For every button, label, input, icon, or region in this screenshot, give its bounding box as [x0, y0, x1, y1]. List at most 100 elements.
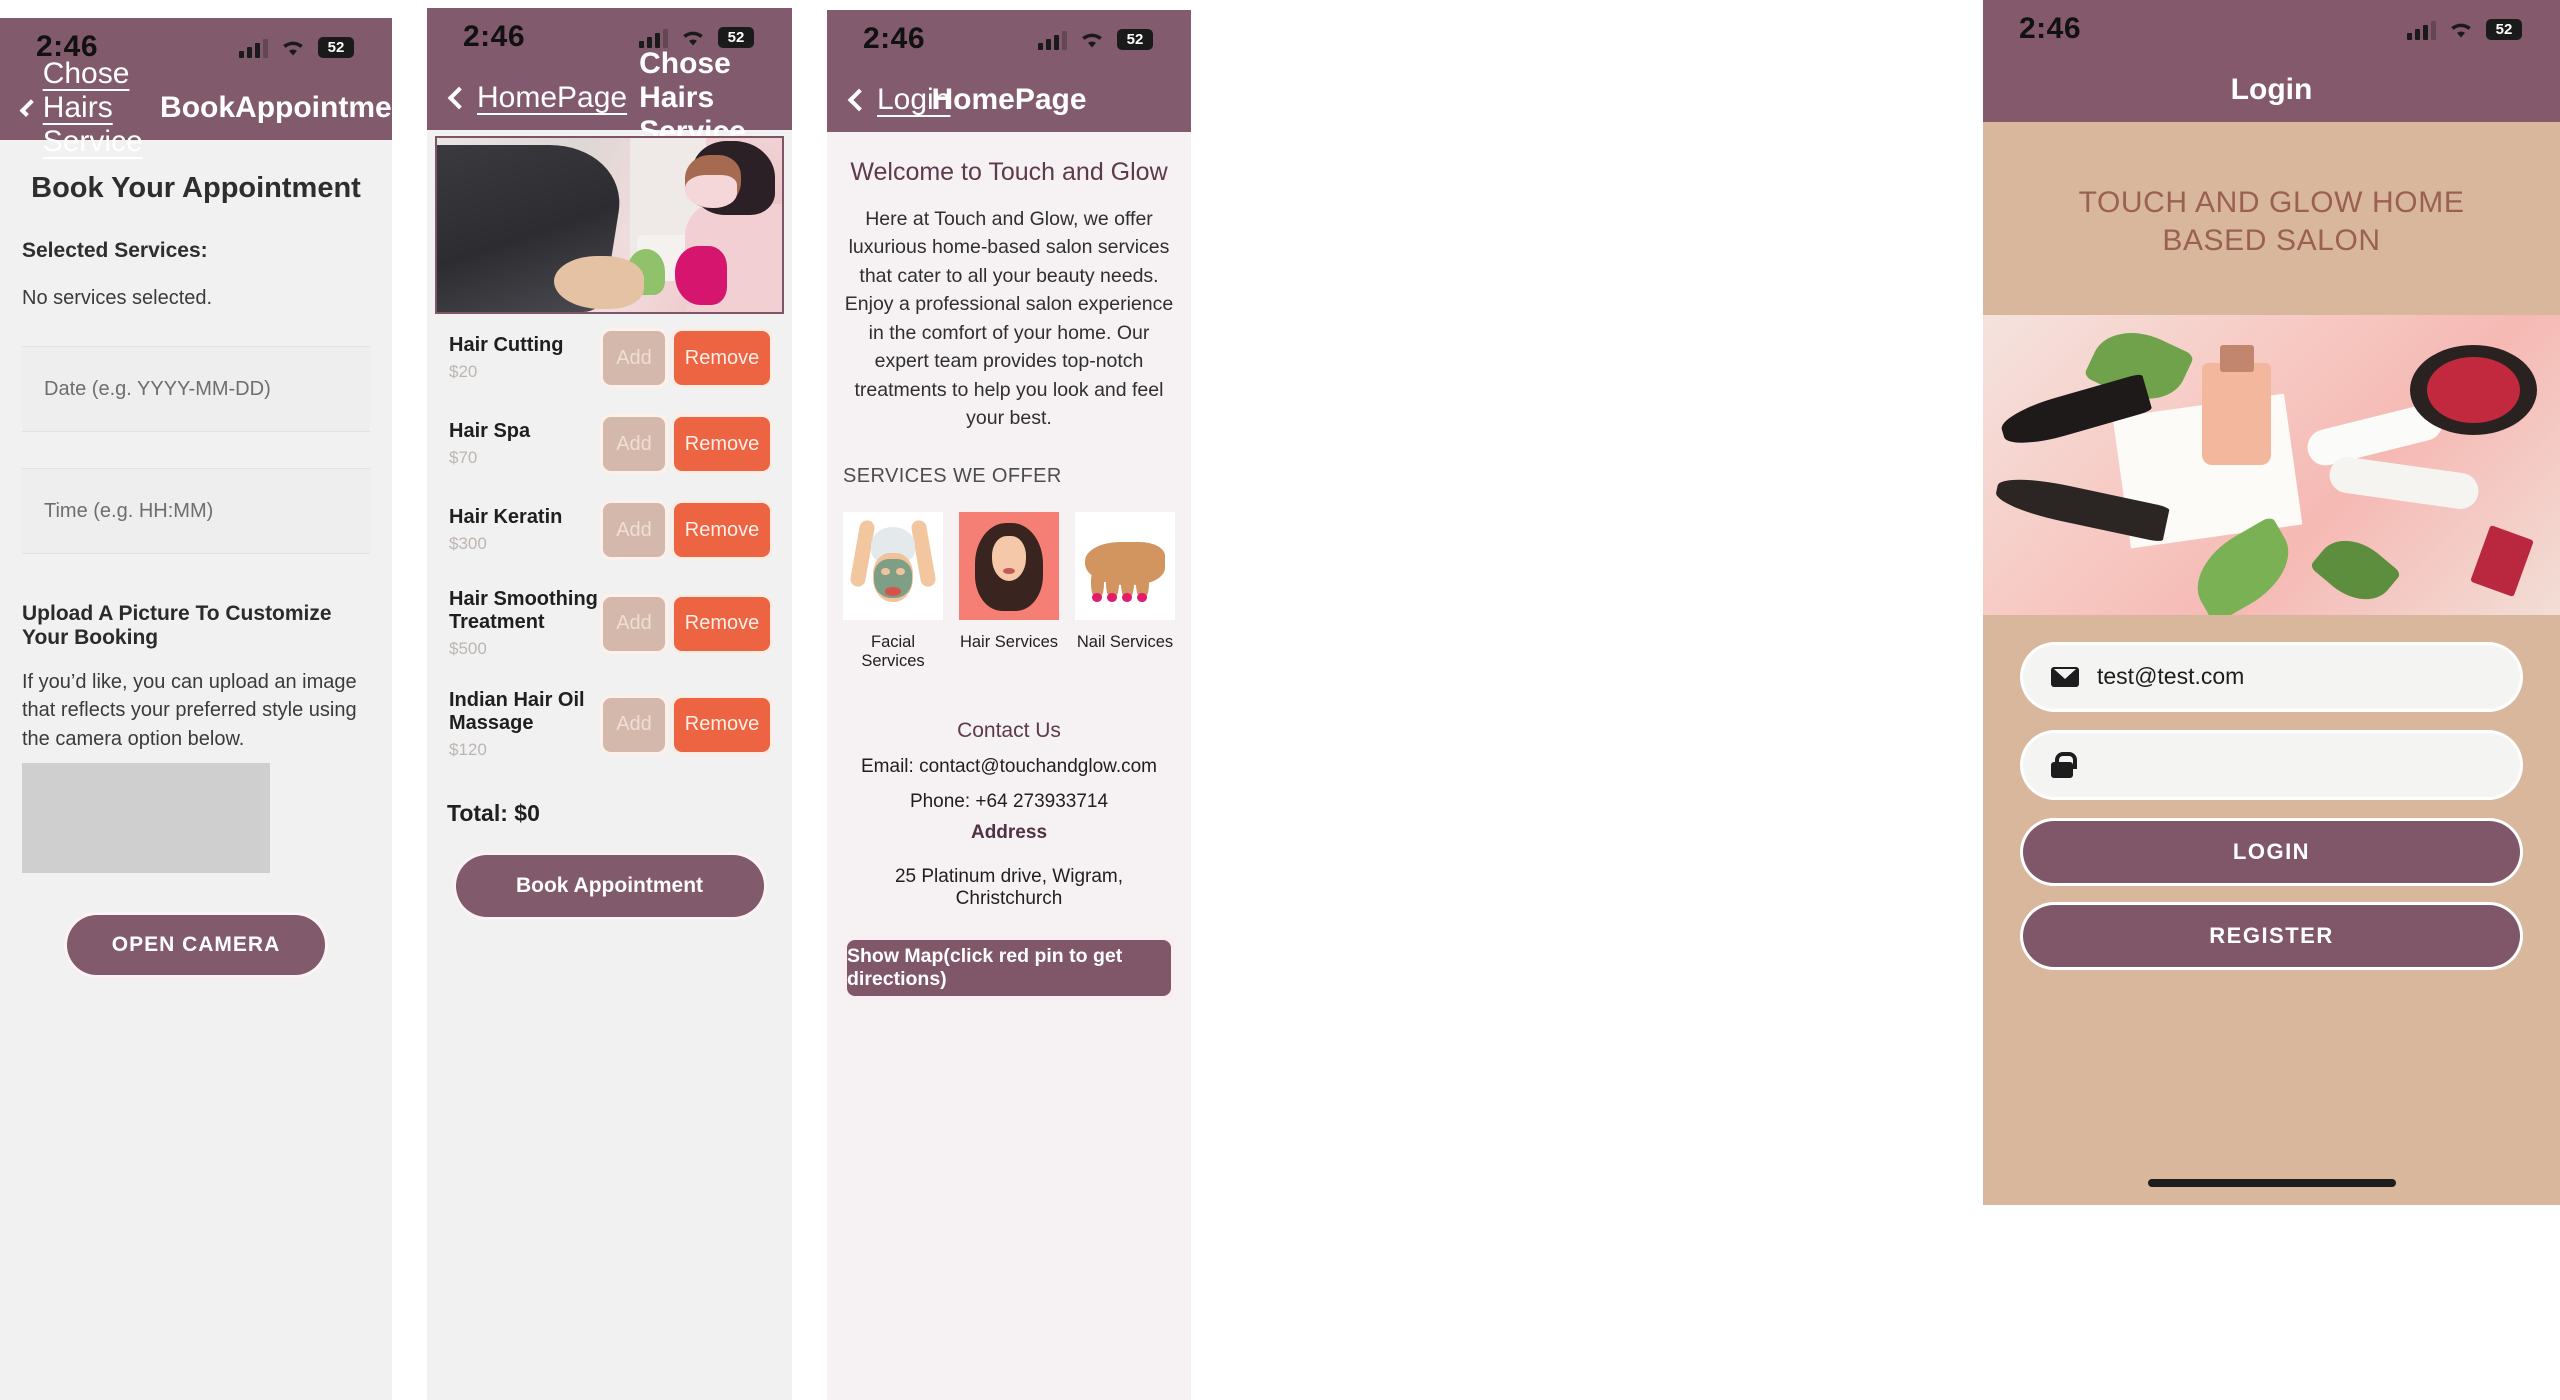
time-input[interactable]: Time (e.g. HH:MM)	[22, 468, 370, 554]
contact-email: Email: contact@touchandglow.com	[861, 755, 1157, 777]
service-actions: Add Remove	[603, 417, 770, 471]
page-title: BookAppointment	[160, 91, 392, 124]
hero-image	[1983, 314, 2560, 615]
service-info: Hair Cutting $20	[449, 334, 603, 382]
signal-bars-icon	[639, 28, 668, 48]
manicured-hand-icon	[1075, 511, 1175, 620]
service-row: Hair Cutting $20 Add Remove	[429, 314, 790, 400]
phone-screen-login: 2:46 52 Login TOUCH AND GLOW HOME BASED …	[1983, 0, 2560, 1205]
remove-service-button[interactable]: Remove	[674, 596, 770, 651]
remove-service-button[interactable]: Remove	[674, 417, 770, 471]
service-info: Hair Smoothing Treatment $500	[449, 588, 603, 659]
status-icons: 52	[2407, 18, 2522, 40]
navigation-bar: Chose Hairs Service BookAppointment	[0, 57, 392, 158]
service-card-hair[interactable]: Hair Services	[959, 511, 1059, 671]
service-actions: Add Remove	[603, 596, 770, 651]
page-title: Chose Hairs Service	[639, 47, 746, 148]
services-heading: SERVICES WE OFFER	[843, 464, 1062, 487]
services-list: Hair Cutting $20 Add Remove Hair Spa $70 Add Re…	[427, 314, 792, 774]
hero-pink-glove	[675, 245, 727, 306]
status-icons: 52	[639, 26, 754, 48]
panel3-top: 2:46 52 Login HomePage	[827, 10, 1191, 132]
status-time: 2:46	[463, 20, 526, 53]
email-value: test@test.com	[2097, 663, 2245, 690]
register-button[interactable]: REGISTER	[2023, 904, 2520, 967]
back-button[interactable]: Chose Hairs Service	[18, 57, 150, 159]
service-price: $300	[449, 534, 487, 553]
remove-service-button[interactable]: Remove	[674, 697, 770, 752]
selected-services-value: No services selected.	[22, 287, 213, 309]
battery-icon: 52	[718, 26, 754, 48]
total-price: Total: $0	[447, 800, 540, 826]
service-name: Hair Smoothing Treatment	[449, 588, 598, 633]
panel1-top: 2:46 52 Chose Hairs Service BookAppointm…	[0, 18, 392, 158]
add-service-button[interactable]: Add	[603, 331, 665, 385]
back-button[interactable]: Login	[845, 83, 950, 117]
facial-mask-icon	[843, 511, 943, 620]
service-row: Indian Hair Oil Massage $120 Add Remove	[429, 673, 790, 774]
password-field[interactable]	[2023, 732, 2520, 797]
navigation-bar: Login HomePage	[827, 68, 1191, 132]
battery-icon: 52	[2486, 18, 2522, 40]
upload-heading: Upload A Picture To Customize Your Booki…	[22, 602, 332, 649]
home-indicator	[2147, 1179, 2396, 1187]
upload-description: If you’d like, you can upload an image t…	[22, 671, 357, 750]
selected-services-label: Selected Services:	[22, 239, 208, 262]
service-card-label: Nail Services	[1076, 632, 1174, 651]
service-card-label: Hair Services	[959, 632, 1059, 651]
wifi-icon	[1079, 30, 1105, 50]
navigation-bar: Login	[1983, 58, 2560, 122]
open-camera-button[interactable]: OPEN CAMERA	[67, 915, 325, 976]
back-button[interactable]: HomePage	[445, 81, 627, 115]
phone-screen-chose-hairs-service: 2:46 52 HomePage Chose Hairs Service Hai…	[427, 8, 792, 1400]
signal-bars-icon	[2407, 20, 2436, 40]
status-bar: 2:46 52	[1983, 0, 2560, 58]
add-service-button[interactable]: Add	[603, 596, 665, 651]
login-form: test@test.com LOGIN REGISTER	[1983, 615, 2560, 967]
service-actions: Add Remove	[603, 503, 770, 557]
service-name: Indian Hair Oil Massage	[449, 689, 585, 734]
battery-icon: 52	[318, 36, 354, 58]
image-preview-placeholder	[22, 763, 270, 874]
book-appointment-button[interactable]: Book Appointment	[455, 855, 764, 917]
service-info: Hair Keratin $300	[449, 506, 603, 554]
wifi-icon	[2448, 20, 2474, 40]
add-service-button[interactable]: Add	[603, 417, 665, 471]
wifi-icon	[280, 38, 306, 58]
service-card-nail[interactable]: Nail Services	[1075, 511, 1175, 671]
contact-heading: Contact Us	[957, 718, 1061, 742]
back-label: HomePage	[477, 81, 628, 114]
service-info: Hair Spa $70	[449, 420, 603, 468]
add-service-button[interactable]: Add	[603, 503, 665, 557]
service-card-label: Facial Services	[861, 632, 925, 670]
show-map-button[interactable]: Show Map(click red pin to get directions…	[847, 939, 1171, 996]
service-actions: Add Remove	[603, 697, 770, 752]
signal-bars-icon	[1038, 30, 1067, 50]
login-button[interactable]: LOGIN	[2023, 820, 2520, 883]
hero-foot	[554, 256, 644, 309]
back-label: Login	[877, 83, 951, 116]
hero-image	[435, 136, 784, 314]
status-bar: 2:46 52	[827, 10, 1191, 68]
address-heading: Address	[970, 821, 1048, 843]
back-label: Chose Hairs Service	[42, 57, 143, 158]
phone-screen-homepage: 2:46 52 Login HomePage Welcome to Touch …	[827, 10, 1191, 1400]
service-row: Hair Keratin $300 Add Remove	[429, 486, 790, 572]
chevron-left-icon	[847, 88, 871, 112]
service-price: $20	[449, 362, 478, 381]
long-hair-woman-icon	[959, 511, 1059, 620]
panel3-body: Welcome to Touch and Glow Here at Touch …	[827, 158, 1191, 996]
service-card-facial[interactable]: Facial Services	[843, 511, 943, 671]
add-service-button[interactable]: Add	[603, 697, 665, 752]
date-input[interactable]: Date (e.g. YYYY-MM-DD)	[22, 346, 370, 432]
service-cards: Facial Services Hair Services Nail Servi…	[843, 511, 1175, 671]
panel2-top: 2:46 52 HomePage Chose Hairs Service	[427, 8, 792, 148]
status-icons: 52	[239, 36, 354, 58]
chevron-left-icon	[447, 86, 471, 110]
remove-service-button[interactable]: Remove	[674, 331, 770, 385]
email-field[interactable]: test@test.com	[2023, 644, 2520, 709]
welcome-heading: Welcome to Touch and Glow	[850, 158, 1168, 186]
remove-service-button[interactable]: Remove	[674, 503, 770, 557]
status-time: 2:46	[863, 22, 926, 55]
service-price: $70	[449, 448, 478, 467]
